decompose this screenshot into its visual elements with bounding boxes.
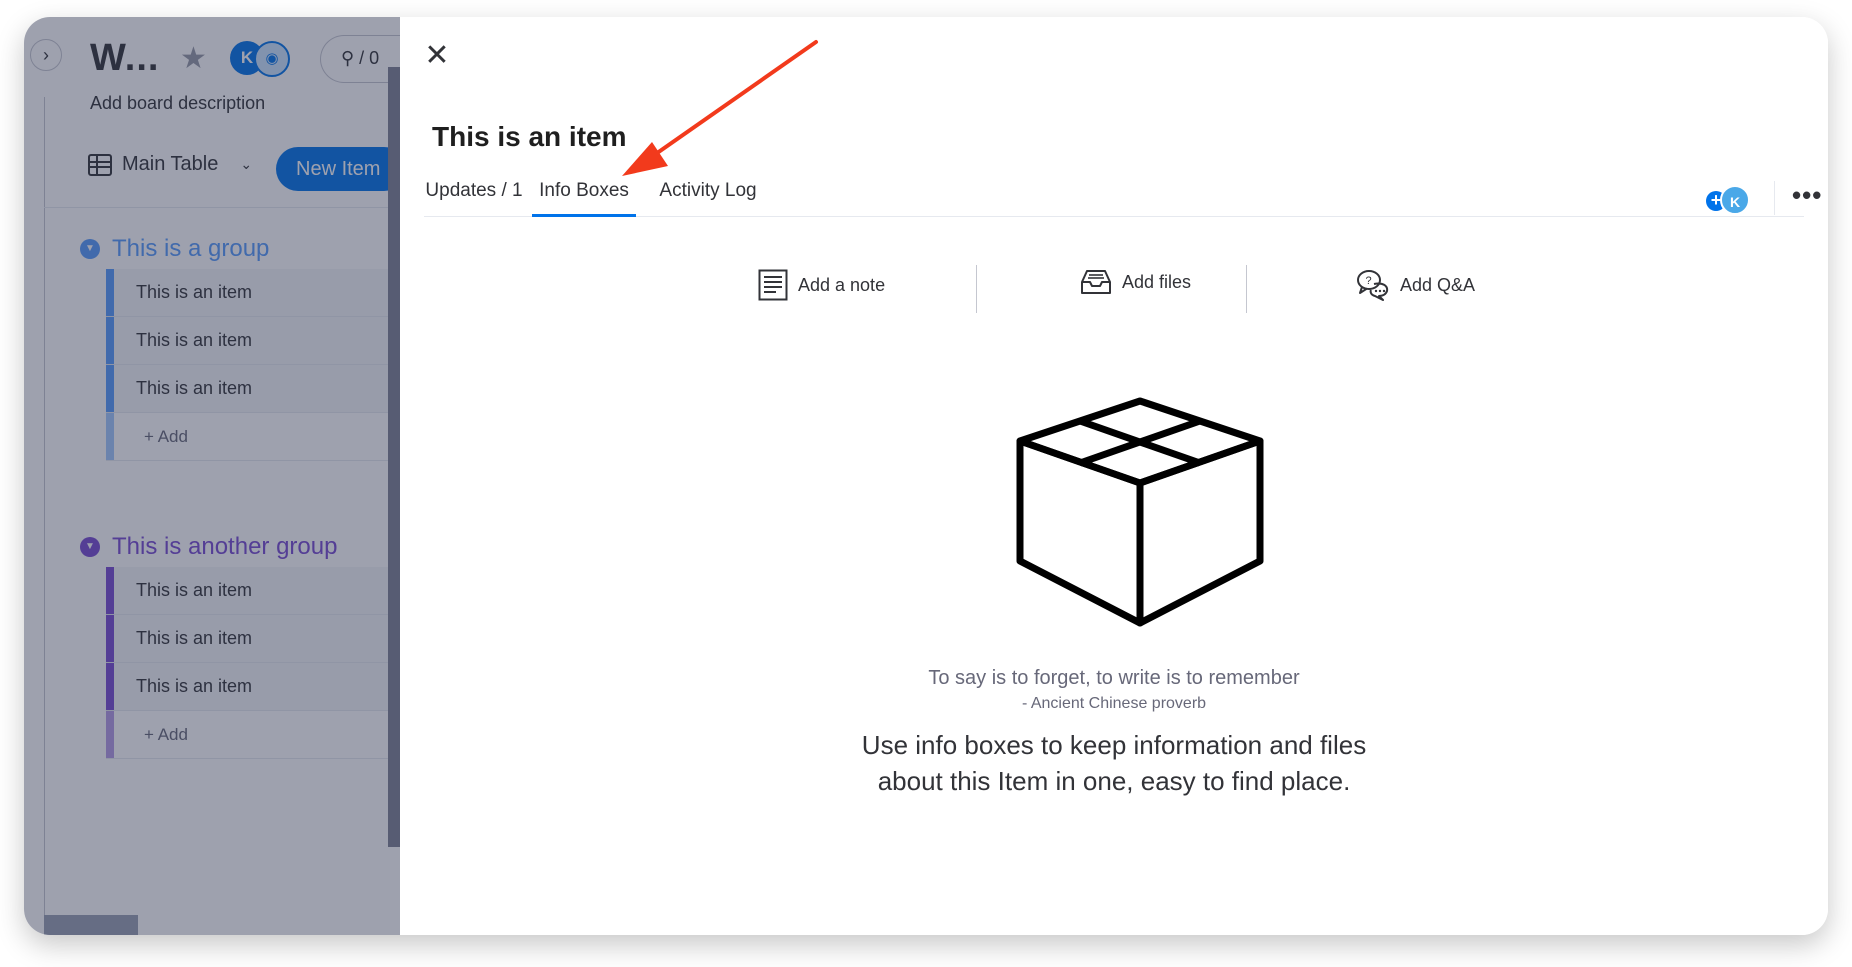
- empty-state-help-line: Use info boxes to keep information and f…: [861, 730, 1367, 760]
- item-panel: ✕ This is an item Updates / 1 Info Boxes…: [400, 17, 1828, 935]
- subscribers-button[interactable]: + K: [1706, 185, 1752, 215]
- tab-activity-log[interactable]: Activity Log: [652, 169, 764, 217]
- item-title[interactable]: This is an item: [432, 121, 627, 153]
- chat-bubbles-icon: ?: [1357, 270, 1389, 301]
- avatar: K: [1720, 185, 1750, 215]
- tab-bar: Updates / 1 Info Boxes Activity Log: [424, 169, 1804, 217]
- add-note-button[interactable]: Add a note: [758, 269, 885, 301]
- tab-updates[interactable]: Updates / 1: [424, 169, 524, 217]
- add-qa-button[interactable]: ? Add Q&A: [1356, 269, 1475, 301]
- note-icon: [758, 269, 788, 301]
- divider: [1774, 181, 1775, 215]
- app-window: › W... ★ K ◉ ⚲ / 0 Add board description…: [24, 17, 1828, 935]
- add-files-button[interactable]: Add files: [1080, 269, 1191, 295]
- add-note-label: Add a note: [798, 274, 886, 295]
- tab-info-boxes[interactable]: Info Boxes: [532, 169, 636, 217]
- quote-source: - Ancient Chinese proverb: [1021, 695, 1207, 712]
- add-qa-label: Add Q&A: [1400, 274, 1476, 295]
- close-icon[interactable]: ✕: [422, 41, 452, 71]
- more-options-icon[interactable]: •••: [1792, 182, 1822, 208]
- open-box-icon: [1016, 397, 1264, 627]
- svg-text:?: ?: [1366, 275, 1372, 287]
- empty-state-quote: To say is to forget, to write is to reme…: [928, 667, 1300, 689]
- empty-state-help-line: about this Item in one, easy to find pla…: [877, 766, 1351, 796]
- inbox-tray-icon: [1081, 270, 1111, 294]
- divider: [1246, 265, 1247, 313]
- add-files-label: Add files: [1122, 271, 1192, 292]
- divider: [976, 265, 977, 313]
- modal-overlay[interactable]: [24, 17, 400, 935]
